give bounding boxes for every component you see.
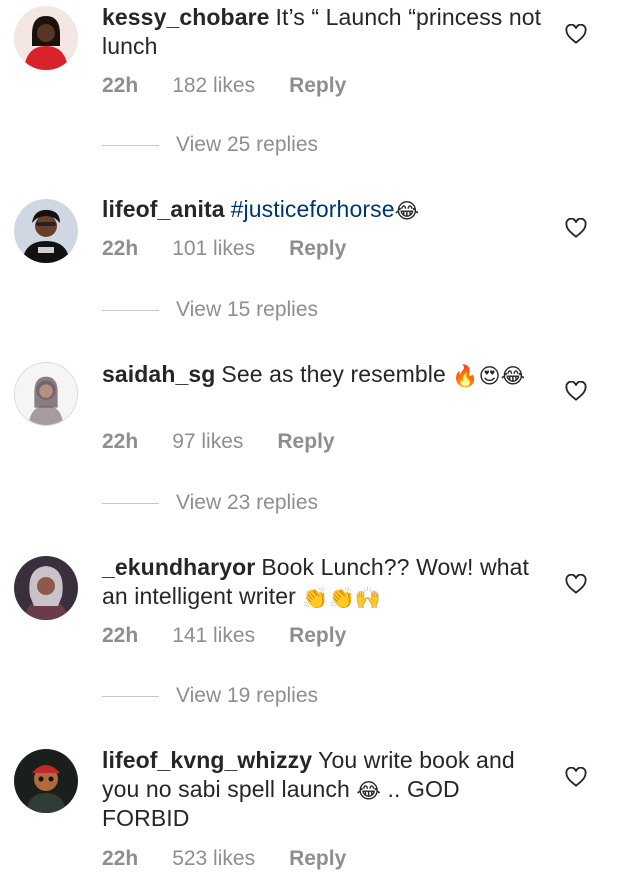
heart-outline-icon[interactable] xyxy=(565,24,587,44)
emoji: 😂 xyxy=(500,365,526,388)
comment-username[interactable]: lifeof_kvng_whizzy xyxy=(102,747,312,773)
view-replies-link[interactable]: View 15 replies xyxy=(102,298,318,322)
comment-text: kessy_chobare It’s “ Launch “princess not… xyxy=(102,3,542,61)
comment-likes[interactable]: 523 likes xyxy=(172,847,255,870)
avatar-lifeof-anita[interactable] xyxy=(14,199,78,263)
comment-meta: 22h 182 likes Reply xyxy=(102,74,380,98)
reply-divider xyxy=(102,502,159,504)
comment-username[interactable]: kessy_chobare xyxy=(102,4,270,30)
emoji: 😍 xyxy=(478,365,501,388)
emoji: 😂 xyxy=(356,780,382,803)
reply-divider xyxy=(102,144,159,146)
reply-divider xyxy=(102,309,159,311)
view-replies-link[interactable]: View 19 replies xyxy=(102,684,318,708)
comment-likes[interactable]: 97 likes xyxy=(172,430,243,453)
comment-likes[interactable]: 101 likes xyxy=(172,237,255,260)
view-replies-label: View 25 replies xyxy=(176,133,319,156)
emoji: 😂 xyxy=(394,200,420,223)
comment-text: lifeof_kvng_whizzy You write book and you… xyxy=(102,746,542,833)
comment-likes[interactable]: 182 likes xyxy=(172,74,255,97)
comment-time: 22h xyxy=(102,237,139,260)
comment-text: lifeof_anita #justiceforhorse😂 xyxy=(102,195,542,224)
comment-body: See as they resemble xyxy=(221,361,453,387)
view-replies-link[interactable]: View 25 replies xyxy=(102,133,318,157)
emoji: 🔥 xyxy=(452,365,479,388)
avatar-saidah-sg[interactable] xyxy=(14,362,78,426)
reply-button[interactable]: Reply xyxy=(289,237,346,260)
comment-time: 22h xyxy=(102,74,139,97)
comment-text: _ekundharyor Book Lunch?? Wow! what an in… xyxy=(102,553,542,611)
avatar-kessy-chobare[interactable] xyxy=(14,6,78,70)
reply-button[interactable]: Reply xyxy=(277,430,334,453)
reply-divider xyxy=(102,695,159,697)
comment-time: 22h xyxy=(102,430,139,453)
emoji: 👏 xyxy=(302,587,329,610)
comment-text: saidah_sg See as they resemble 🔥😍😂 xyxy=(102,360,542,389)
comment-meta: 22h 523 likes Reply xyxy=(102,847,380,871)
reply-button[interactable]: Reply xyxy=(289,624,346,647)
view-replies-label: View 15 replies xyxy=(176,298,319,321)
comment-username[interactable]: _ekundharyor xyxy=(102,554,255,580)
comment-time: 22h xyxy=(102,624,139,647)
emoji: 👏 xyxy=(328,587,355,610)
comment-meta: 22h 141 likes Reply xyxy=(102,624,380,648)
view-replies-label: View 19 replies xyxy=(176,684,319,707)
emoji: 🙌 xyxy=(354,587,382,610)
avatar-lifeof-kvng-whizzy[interactable] xyxy=(14,749,78,813)
comment-meta: 22h 97 likes Reply xyxy=(102,430,369,454)
hashtag-link[interactable]: #justiceforhorse xyxy=(231,196,395,222)
view-replies-link[interactable]: View 23 replies xyxy=(102,491,318,515)
heart-outline-icon[interactable] xyxy=(565,381,587,401)
comment-meta: 22h 101 likes Reply xyxy=(102,237,380,261)
comment-time: 22h xyxy=(102,847,139,870)
heart-outline-icon[interactable] xyxy=(565,574,587,594)
comment-username[interactable]: lifeof_anita xyxy=(102,196,225,222)
comment-username[interactable]: saidah_sg xyxy=(102,361,215,387)
heart-outline-icon[interactable] xyxy=(565,218,587,238)
reply-button[interactable]: Reply xyxy=(289,74,346,97)
view-replies-label: View 23 replies xyxy=(176,491,319,514)
reply-button[interactable]: Reply xyxy=(289,847,346,870)
comment-likes[interactable]: 141 likes xyxy=(172,624,255,647)
avatar-ekundharyor[interactable] xyxy=(14,556,78,620)
heart-outline-icon[interactable] xyxy=(565,767,587,787)
